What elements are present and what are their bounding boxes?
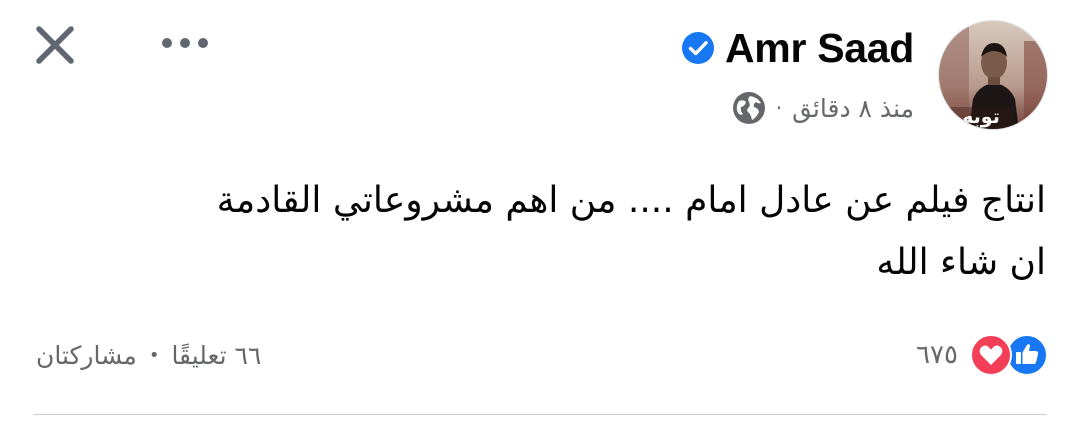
post-text-line: انتاج فيلم عن عادل امام .... من اهم مشرو… — [216, 180, 1046, 221]
author-avatar[interactable]: توبه — [938, 20, 1048, 130]
reaction-count: ٦٧٥ — [916, 340, 958, 370]
divider — [33, 414, 1047, 415]
love-icon — [970, 334, 1012, 376]
engagement-counts: ٦٦ تعليقًا • مشاركتان — [36, 333, 261, 377]
avatar-caption: توبه — [962, 106, 1000, 128]
globe-icon[interactable] — [732, 91, 766, 125]
counts-separator: • — [148, 344, 160, 366]
author-row: Amr Saad — [681, 22, 914, 74]
post-text: انتاج فيلم عن عادل امام .... من اهم مشرو… — [36, 170, 1046, 294]
verified-badge-icon — [681, 31, 715, 65]
author-name[interactable]: Amr Saad — [725, 25, 914, 72]
shares-count[interactable]: مشاركتان — [36, 341, 137, 370]
post-timestamp[interactable]: منذ ٨ دقائق — [792, 94, 914, 123]
comments-count[interactable]: ٦٦ تعليقًا — [171, 341, 261, 370]
post-meta: منذ ٨ دقائق · — [732, 88, 914, 128]
reactions-summary[interactable]: ٦٧٥ — [916, 333, 1048, 377]
meta-separator: · — [775, 96, 783, 120]
more-dots-icon — [162, 38, 208, 48]
close-button[interactable] — [30, 20, 80, 70]
post-text-line: ان شاء الله — [876, 242, 1046, 283]
close-icon — [36, 26, 74, 64]
like-icon — [1006, 334, 1048, 376]
more-options-button[interactable] — [155, 23, 215, 63]
